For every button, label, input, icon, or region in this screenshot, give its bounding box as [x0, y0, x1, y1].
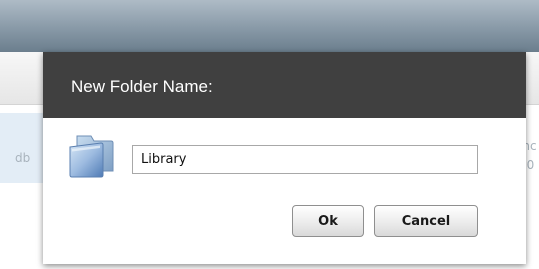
- window-titlebar: [0, 0, 539, 52]
- folder-name-input[interactable]: [132, 145, 478, 174]
- cancel-button[interactable]: Cancel: [374, 205, 478, 237]
- file-item-label: db: [15, 151, 31, 165]
- dialog-title: New Folder Name:: [71, 77, 213, 96]
- dialog-header: New Folder Name:: [43, 52, 526, 118]
- folder-icon: [69, 135, 114, 178]
- ok-button[interactable]: Ok: [292, 205, 364, 237]
- new-folder-dialog: New Folder Name: Ok Cancel: [43, 52, 526, 264]
